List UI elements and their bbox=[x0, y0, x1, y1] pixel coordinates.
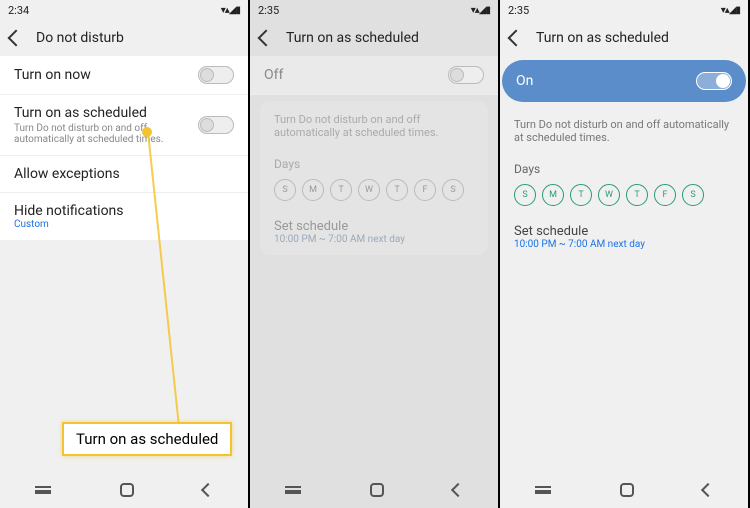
row-hide-notifications[interactable]: Hide notifications Custom bbox=[0, 193, 248, 240]
schedule-value: 10:00 PM ~ 7:00 AM next day bbox=[514, 239, 734, 250]
day-w[interactable]: W bbox=[358, 179, 380, 201]
phone-screen-3: 2:35 ▾▴◢▮ Turn on as scheduled On Turn D… bbox=[500, 0, 750, 508]
sublabel: Custom bbox=[14, 219, 234, 230]
label: Allow exceptions bbox=[14, 166, 234, 182]
recents-icon[interactable] bbox=[35, 486, 51, 494]
back-nav-icon[interactable] bbox=[701, 483, 715, 497]
label: Off bbox=[264, 67, 448, 83]
phone-screen-1: 2:34 ▾▴◢▮ Do not disturb Turn on now Tur… bbox=[0, 0, 250, 508]
days-row: S M T W T F S bbox=[500, 180, 748, 214]
day-t2[interactable]: T bbox=[386, 179, 408, 201]
annotation-callout: Turn on as scheduled bbox=[62, 422, 232, 456]
set-schedule-row[interactable]: Set schedule 10:00 PM ~ 7:00 AM next day bbox=[260, 209, 488, 255]
day-s[interactable]: S bbox=[274, 179, 296, 201]
back-nav-icon[interactable] bbox=[201, 483, 215, 497]
home-icon[interactable] bbox=[120, 483, 134, 497]
back-icon[interactable] bbox=[258, 30, 275, 47]
label: On bbox=[516, 73, 696, 89]
day-f[interactable]: F bbox=[414, 179, 436, 201]
recents-icon[interactable] bbox=[285, 486, 301, 494]
row-state-off[interactable]: Off bbox=[250, 56, 498, 95]
page-title: Do not disturb bbox=[36, 30, 124, 46]
nav-bar bbox=[0, 472, 248, 508]
description: Turn Do not disturb on and off automatic… bbox=[500, 106, 748, 156]
description: Turn Do not disturb on and off automatic… bbox=[260, 101, 488, 151]
status-icons: ▾▴◢▮ bbox=[221, 5, 240, 16]
clock: 2:35 bbox=[258, 4, 471, 17]
day-w[interactable]: W bbox=[598, 184, 620, 206]
day-t[interactable]: T bbox=[570, 184, 592, 206]
clock: 2:35 bbox=[508, 4, 721, 17]
days-label: Days bbox=[500, 156, 748, 180]
page-title: Turn on as scheduled bbox=[536, 30, 669, 46]
days-row: S M T W T F S bbox=[260, 175, 488, 209]
label: Turn on as scheduled bbox=[14, 105, 198, 121]
back-nav-icon[interactable] bbox=[451, 483, 465, 497]
sublabel: Turn Do not disturb on and off automatic… bbox=[14, 123, 198, 145]
day-m[interactable]: M bbox=[302, 179, 324, 201]
status-bar: 2:35 ▾▴◢▮ bbox=[500, 0, 748, 20]
back-icon[interactable] bbox=[8, 30, 25, 47]
status-bar: 2:35 ▾▴◢▮ bbox=[250, 0, 498, 20]
schedule-value: 10:00 PM ~ 7:00 AM next day bbox=[274, 234, 474, 245]
days-label: Days bbox=[260, 151, 488, 175]
day-s[interactable]: S bbox=[514, 184, 536, 206]
row-turn-on-now[interactable]: Turn on now bbox=[0, 56, 248, 95]
status-bar: 2:34 ▾▴◢▮ bbox=[0, 0, 248, 20]
row-state-on[interactable]: On bbox=[502, 60, 746, 102]
day-t2[interactable]: T bbox=[626, 184, 648, 206]
row-turn-on-scheduled[interactable]: Turn on as scheduled Turn Do not disturb… bbox=[0, 95, 248, 156]
app-header: Do not disturb bbox=[0, 20, 248, 56]
label: Turn on now bbox=[14, 67, 198, 83]
label: Set schedule bbox=[274, 219, 474, 234]
status-icons: ▾▴◢▮ bbox=[721, 5, 740, 16]
label: Hide notifications bbox=[14, 203, 234, 219]
day-s2[interactable]: S bbox=[442, 179, 464, 201]
toggle-scheduled-state[interactable] bbox=[696, 72, 732, 90]
scheduled-card: Turn Do not disturb on and off automatic… bbox=[260, 101, 488, 255]
clock: 2:34 bbox=[8, 4, 221, 17]
status-icons: ▾▴◢▮ bbox=[471, 5, 490, 16]
nav-bar bbox=[500, 472, 748, 508]
app-header: Turn on as scheduled bbox=[250, 20, 498, 56]
day-t[interactable]: T bbox=[330, 179, 352, 201]
phone-screen-2: 2:35 ▾▴◢▮ Turn on as scheduled Off Turn … bbox=[250, 0, 500, 508]
day-m[interactable]: M bbox=[542, 184, 564, 206]
home-icon[interactable] bbox=[620, 483, 634, 497]
day-s2[interactable]: S bbox=[682, 184, 704, 206]
back-icon[interactable] bbox=[508, 30, 525, 47]
toggle-scheduled-state[interactable] bbox=[448, 66, 484, 84]
day-f[interactable]: F bbox=[654, 184, 676, 206]
nav-bar bbox=[250, 472, 498, 508]
toggle-turn-on-now[interactable] bbox=[198, 66, 234, 84]
page-title: Turn on as scheduled bbox=[286, 30, 419, 46]
home-icon[interactable] bbox=[370, 483, 384, 497]
toggle-turn-on-scheduled[interactable] bbox=[198, 116, 234, 134]
label: Set schedule bbox=[514, 224, 734, 239]
row-allow-exceptions[interactable]: Allow exceptions bbox=[0, 156, 248, 193]
set-schedule-row[interactable]: Set schedule 10:00 PM ~ 7:00 AM next day bbox=[500, 214, 748, 260]
app-header: Turn on as scheduled bbox=[500, 20, 748, 56]
recents-icon[interactable] bbox=[535, 486, 551, 494]
annotation-dot bbox=[142, 127, 152, 137]
